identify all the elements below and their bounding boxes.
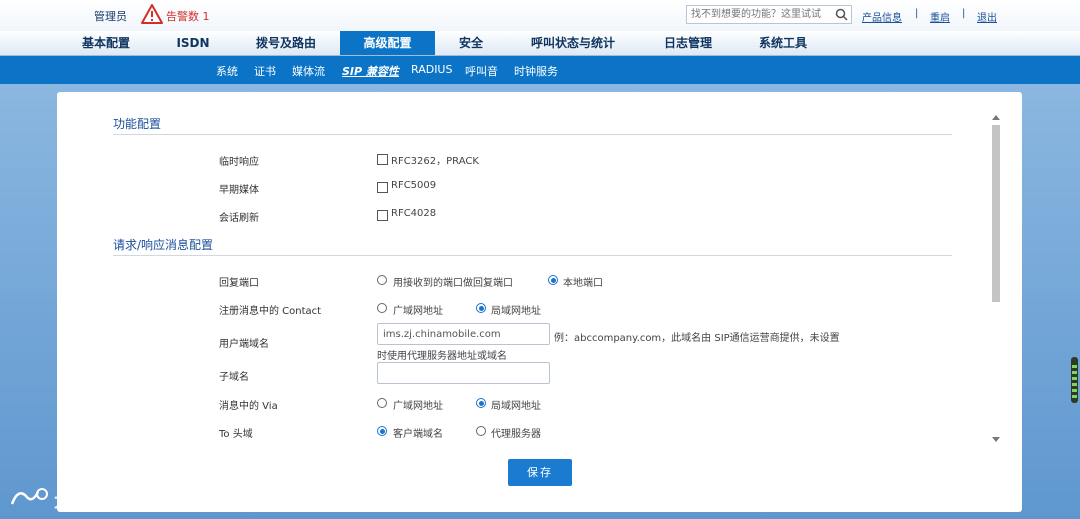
scroll-down-icon[interactable]: [992, 437, 1000, 442]
option-contact-lan: 局域网地址: [491, 306, 541, 317]
nav-basic-config[interactable]: 基本配置: [70, 31, 142, 55]
option-reply-local-port: 本地端口: [563, 278, 603, 289]
nav-security[interactable]: 安全: [448, 31, 494, 55]
label-reply-port: 回复端口: [219, 278, 259, 289]
option-to-proxy: 代理服务器: [491, 429, 541, 440]
user-domain-field[interactable]: [377, 323, 550, 345]
brand-watermark: 大数跨境: [54, 491, 126, 512]
subnav-clock-service[interactable]: 时钟服务: [514, 63, 558, 79]
label-subdomain: 子域名: [219, 372, 249, 383]
search-icon[interactable]: [835, 8, 848, 21]
checkbox-rfc3262[interactable]: [377, 154, 388, 165]
warning-icon[interactable]: [141, 4, 163, 24]
label-register-contact: 注册消息中的 Contact: [219, 306, 322, 317]
save-button[interactable]: 保存: [508, 459, 572, 486]
link-separator: |: [962, 8, 966, 19]
subdomain-field[interactable]: [377, 362, 550, 384]
gauge-bar: [1072, 377, 1077, 380]
option-to-client-domain: 客户端域名: [393, 429, 443, 440]
section-title-messages: 请求/响应消息配置: [113, 238, 214, 252]
option-contact-wan: 广域网地址: [393, 306, 443, 317]
subnav-radius[interactable]: RADIUS: [411, 63, 452, 76]
nav-system-tools[interactable]: 系统工具: [748, 31, 818, 55]
label-early-media: 早期媒体: [219, 185, 259, 196]
divider: [113, 255, 952, 256]
option-rfc5009: RFC5009: [391, 180, 437, 191]
gauge-bar: [1072, 395, 1077, 398]
nav-call-status[interactable]: 呼叫状态与统计: [520, 31, 626, 55]
label-via: 消息中的 Via: [219, 401, 278, 412]
radio-contact-wan[interactable]: [377, 303, 387, 313]
subnav-sip-compat[interactable]: SIP 兼容性: [342, 63, 399, 79]
user-domain-input[interactable]: [378, 324, 546, 344]
section-title-features: 功能配置: [113, 117, 162, 131]
radio-to-client-domain[interactable]: [377, 426, 387, 436]
side-gauge: [1071, 357, 1078, 403]
label-to-header: To 头域: [219, 429, 253, 440]
link-separator: |: [915, 8, 919, 19]
label-session-refresh: 会话刷新: [219, 213, 259, 224]
subnav-certificate[interactable]: 证书: [254, 63, 276, 79]
label-user-domain: 用户端域名: [219, 339, 269, 350]
radio-via-wan[interactable]: [377, 398, 387, 408]
nav-advanced-config[interactable]: 高级配置: [340, 31, 435, 55]
subnav-call-tone[interactable]: 呼叫音: [465, 63, 498, 79]
search-input[interactable]: [687, 6, 837, 23]
company-watermark: 上海正金电子科技有限公司: [722, 461, 987, 486]
main-nav: 基本配置 ISDN 拨号及路由 高级配置 安全 呼叫状态与统计 日志管理 系统工…: [0, 31, 1080, 56]
divider: [113, 134, 952, 135]
alarm-count[interactable]: 告警数 1: [166, 8, 210, 24]
radio-reply-received-port[interactable]: [377, 275, 387, 285]
product-info-link[interactable]: 产品信息: [862, 9, 902, 24]
wechat-icon: [673, 453, 712, 482]
logout-link[interactable]: 退出: [977, 9, 997, 24]
search-box[interactable]: [686, 5, 852, 24]
sub-nav: 系统 证书 媒体流 SIP 兼容性 RADIUS 呼叫音 时钟服务: [0, 56, 1080, 84]
top-bar: 管理员 告警数 1 产品信息 | 重启 | 退出: [0, 0, 1080, 32]
checkbox-rfc5009[interactable]: [377, 182, 388, 193]
user-domain-hint-cont: 时使用代理服务器地址或域名: [377, 351, 507, 362]
nav-isdn[interactable]: ISDN: [160, 31, 226, 55]
reboot-link[interactable]: 重启: [930, 9, 950, 24]
gauge-bar: [1072, 365, 1077, 368]
option-via-lan: 局域网地址: [491, 401, 541, 412]
label-provisional-response: 临时响应: [219, 157, 259, 168]
option-rfc4028: RFC4028: [391, 208, 437, 219]
option-reply-received-port: 用接收到的端口做回复端口: [393, 278, 513, 289]
radio-contact-lan[interactable]: [476, 303, 486, 313]
subnav-media-stream[interactable]: 媒体流: [292, 63, 325, 79]
nav-log-management[interactable]: 日志管理: [652, 31, 724, 55]
checkbox-rfc4028[interactable]: [377, 210, 388, 221]
gauge-bar: [1072, 383, 1077, 386]
gauge-bar: [1072, 371, 1077, 374]
scroll-up-icon[interactable]: [992, 115, 1000, 120]
option-rfc3262: RFC3262，PRACK: [391, 156, 479, 167]
user-domain-hint: 例：abccompany.com，此域名由 SIP通信运营商提供，未设置: [554, 333, 840, 344]
admin-label: 管理员: [94, 10, 127, 23]
gauge-bar: [1072, 389, 1077, 392]
radio-reply-local-port[interactable]: [548, 275, 558, 285]
subdomain-input[interactable]: [378, 363, 546, 383]
scroll-thumb[interactable]: [992, 125, 1000, 302]
brand-logo-icon: [10, 488, 48, 505]
option-via-wan: 广域网地址: [393, 401, 443, 412]
radio-via-lan[interactable]: [476, 398, 486, 408]
nav-dial-routing[interactable]: 拨号及路由: [246, 31, 326, 55]
subnav-system[interactable]: 系统: [216, 63, 238, 79]
radio-to-proxy[interactable]: [476, 426, 486, 436]
scrollbar[interactable]: [990, 114, 1003, 444]
